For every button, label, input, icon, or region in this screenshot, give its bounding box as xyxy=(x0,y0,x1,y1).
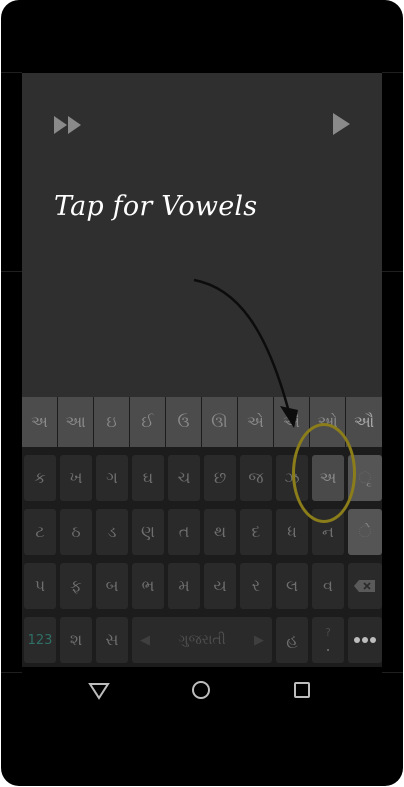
key[interactable]: દ xyxy=(240,509,272,555)
key[interactable]: મ xyxy=(168,563,200,609)
key[interactable]: ય xyxy=(204,563,236,609)
vowel-key[interactable]: ઈ xyxy=(130,397,165,447)
period-label: . xyxy=(325,635,331,655)
key[interactable]: ન xyxy=(312,509,344,555)
bezel-line xyxy=(382,72,403,73)
punctuation-key[interactable]: ? . xyxy=(312,617,344,663)
more-icon xyxy=(354,637,376,643)
numbers-key[interactable]: 123 xyxy=(24,617,56,663)
key[interactable]: શ xyxy=(60,617,92,663)
vowel-key[interactable]: એ xyxy=(238,397,273,447)
key[interactable]: ચ xyxy=(168,455,200,501)
gujarati-keyboard: અ આ ઇ ઈ ઉ ઊ એ ઐ ઓ ઔ ક ખ ગ ઘ ચ છ જ ઝ અ ૃ … xyxy=(22,397,382,667)
backspace-icon xyxy=(354,580,375,592)
recents-icon[interactable] xyxy=(291,679,313,701)
key[interactable]: સ xyxy=(96,617,128,663)
vowel-key[interactable]: ઇ xyxy=(94,397,129,447)
bezel-line xyxy=(1,72,22,73)
chevron-right-icon: ▶ xyxy=(253,632,264,648)
bezel-line xyxy=(1,271,22,272)
key[interactable]: થ xyxy=(204,509,236,555)
key[interactable]: ઠ xyxy=(60,509,92,555)
vowel-key[interactable]: અ xyxy=(22,397,57,447)
key[interactable]: ઘ xyxy=(132,455,164,501)
language-label: ગુજરાતી xyxy=(178,632,226,648)
phone-frame: Tap for Vowels અ આ ઇ ઈ ઉ ઊ એ ઐ ઓ ઔ ક ખ ગ xyxy=(1,0,403,786)
vowel-key[interactable]: ઐ xyxy=(274,397,309,447)
key[interactable]: ધ xyxy=(276,509,308,555)
tutorial-title: Tap for Vowels xyxy=(54,191,258,222)
key[interactable]: ખ xyxy=(60,455,92,501)
bottom-row: 123 શ સ ◀ ગુજરાતી ▶ હ ? . xyxy=(22,613,382,665)
key[interactable]: ે xyxy=(348,509,382,555)
play-icon[interactable] xyxy=(331,113,351,135)
key[interactable]: ક xyxy=(24,455,56,501)
key[interactable]: લ xyxy=(276,563,308,609)
key[interactable]: વ xyxy=(312,563,344,609)
bezel-line xyxy=(382,271,403,272)
key[interactable]: ત xyxy=(168,509,200,555)
fast-forward-icon[interactable] xyxy=(54,116,84,134)
key[interactable]: ર xyxy=(240,563,272,609)
key[interactable]: જ xyxy=(240,455,272,501)
vowel-key[interactable]: ઉ xyxy=(166,397,201,447)
screen: Tap for Vowels અ આ ઇ ઈ ઉ ઊ એ ઐ ઓ ઔ ક ખ ગ xyxy=(22,73,382,713)
key[interactable]: ઝ xyxy=(276,455,308,501)
key[interactable]: ફ xyxy=(60,563,92,609)
key[interactable]: હ xyxy=(276,617,308,663)
tutorial-panel: Tap for Vowels xyxy=(22,73,382,397)
consonant-row-3: પ ફ બ ભ મ ય ર લ વ xyxy=(22,559,382,611)
vowel-key[interactable]: ઓ xyxy=(310,397,345,447)
vowel-key[interactable]: ઊ xyxy=(202,397,237,447)
bezel-line xyxy=(1,672,22,673)
more-key[interactable] xyxy=(348,617,382,663)
key[interactable]: ૃ xyxy=(348,455,382,501)
key[interactable]: બ xyxy=(96,563,128,609)
vowel-key[interactable]: આ xyxy=(58,397,93,447)
vowel-toggle-key[interactable]: અ xyxy=(312,455,344,501)
chevron-left-icon: ◀ xyxy=(140,632,150,648)
key[interactable]: ણ xyxy=(132,509,164,555)
key[interactable]: ભ xyxy=(132,563,164,609)
consonant-row-2: ટ ઠ ડ ણ ત થ દ ધ ન ે xyxy=(22,505,382,557)
key[interactable]: ડ xyxy=(96,509,128,555)
bezel-line xyxy=(382,672,403,673)
key[interactable]: ટ xyxy=(24,509,56,555)
key[interactable]: ગ xyxy=(96,455,128,501)
backspace-key[interactable] xyxy=(348,563,382,609)
vowel-key[interactable]: ઔ xyxy=(346,397,382,447)
vowel-row: અ આ ઇ ઈ ઉ ઊ એ ઐ ઓ ઔ xyxy=(22,397,382,449)
space-key[interactable]: ◀ ગુજરાતી ▶ xyxy=(132,617,272,663)
key[interactable]: છ xyxy=(204,455,236,501)
key[interactable]: પ xyxy=(24,563,56,609)
home-icon[interactable] xyxy=(190,679,212,701)
back-icon[interactable] xyxy=(88,679,110,701)
consonant-row-1: ક ખ ગ ઘ ચ છ જ ઝ અ ૃ xyxy=(22,451,382,503)
navigation-bar xyxy=(22,667,382,713)
